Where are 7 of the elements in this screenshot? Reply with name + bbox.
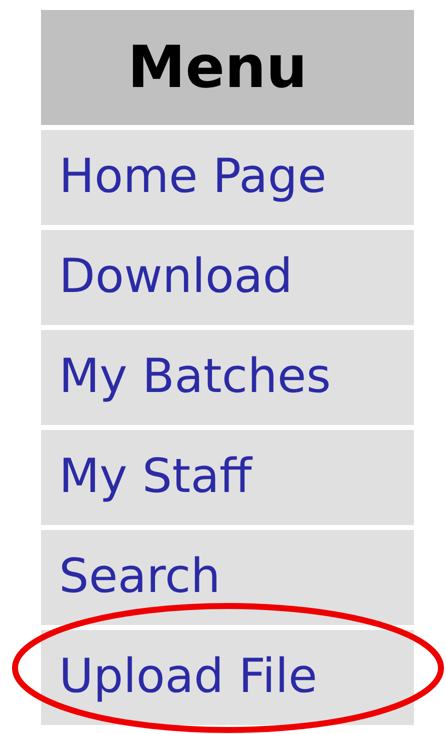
menu-item[interactable]: Upload File (41, 630, 414, 725)
menu-item[interactable]: Home Page (41, 130, 414, 225)
menu-item[interactable]: My Batches (41, 330, 414, 425)
menu-item[interactable]: Download (41, 230, 414, 325)
menu-item[interactable]: Search (41, 530, 414, 625)
menu-title: Menu (128, 32, 308, 103)
menu-item[interactable]: My Staff (41, 430, 414, 525)
